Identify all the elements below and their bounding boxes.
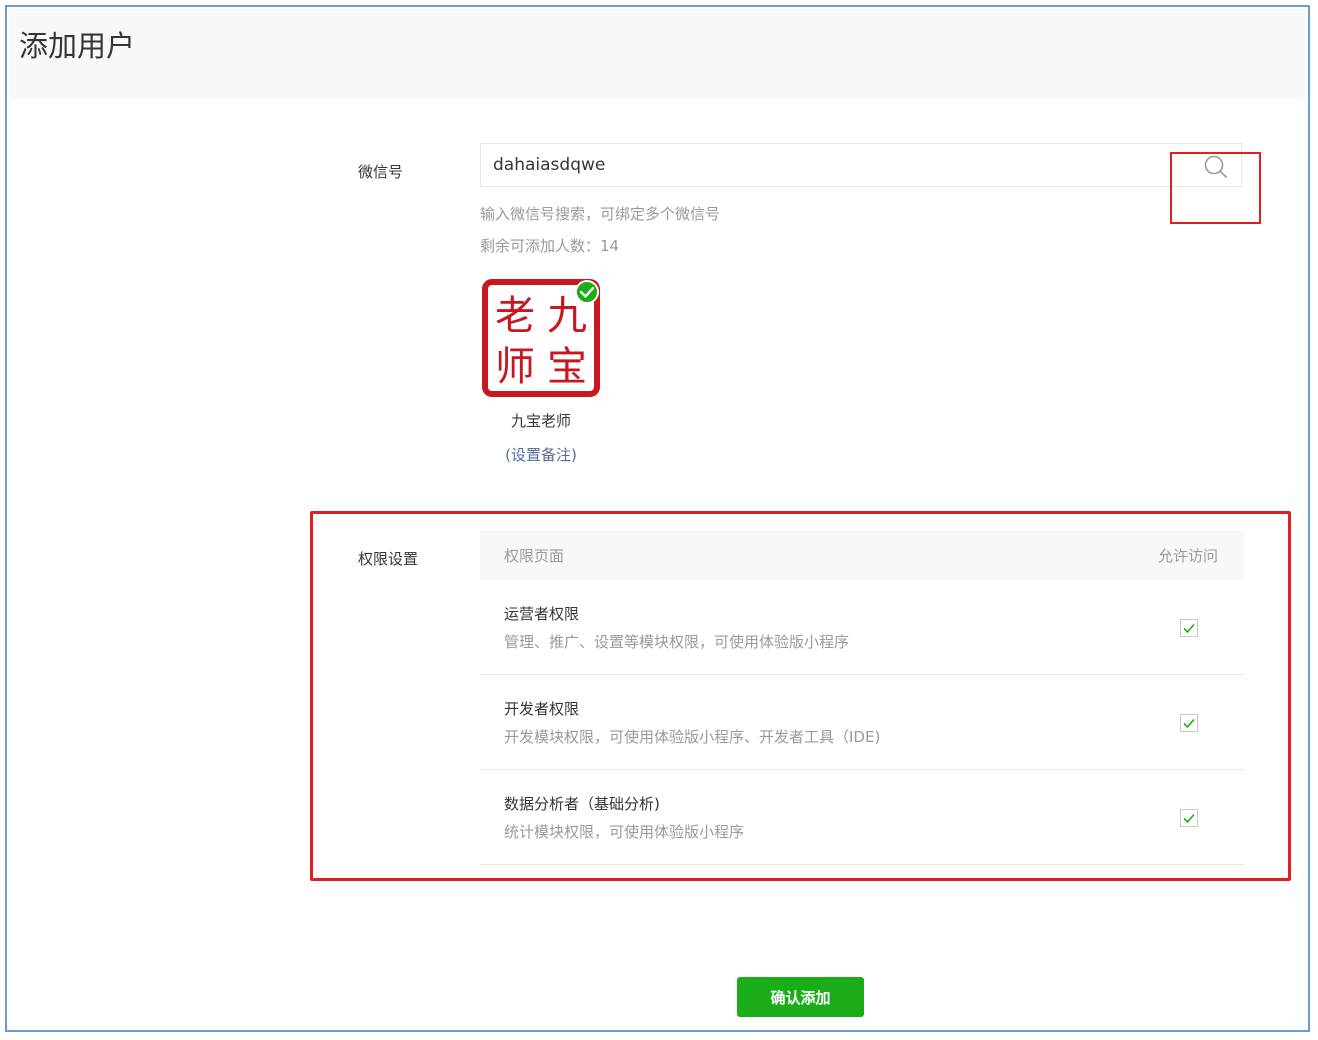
stamp-char: 老 — [495, 293, 535, 339]
wechat-search-box — [480, 143, 1242, 187]
check-icon — [1183, 813, 1195, 824]
operator-permission-checkbox[interactable] — [1180, 619, 1198, 637]
permission-desc: 开发模块权限，可使用体验版小程序、开发者工具（IDE) — [504, 728, 881, 746]
verified-badge-icon — [575, 280, 599, 304]
header-allow-access: 允许访问 — [1157, 547, 1218, 565]
analyst-permission-checkbox[interactable] — [1180, 809, 1198, 827]
set-remark-link[interactable]: (设置备注) — [480, 444, 602, 465]
table-row: 数据分析者（基础分析) 统计模块权限，可使用体验版小程序 — [480, 770, 1244, 865]
header-permission-page: 权限页面 — [504, 547, 565, 565]
permission-title: 数据分析者（基础分析) — [504, 795, 660, 813]
remaining-count-text: 剩余可添加人数：14 — [480, 235, 619, 256]
wechat-search-hint: 输入微信号搜索，可绑定多个微信号 — [480, 205, 721, 223]
table-row: 开发者权限 开发模块权限，可使用体验版小程序、开发者工具（IDE) — [480, 675, 1244, 770]
table-row: 运营者权限 管理、推广、设置等模块权限，可使用体验版小程序 — [480, 580, 1244, 675]
permission-desc: 统计模块权限，可使用体验版小程序 — [504, 823, 745, 841]
permissions-table: 权限页面 允许访问 运营者权限 管理、推广、设置等模块权限，可使用体验版小程序 … — [480, 531, 1244, 865]
search-highlight-box — [1170, 152, 1261, 224]
developer-permission-checkbox[interactable] — [1180, 714, 1198, 732]
page-header: 添加用户 — [9, 9, 1306, 99]
user-name: 九宝老师 — [510, 412, 571, 430]
avatar[interactable]: 老 九 师 宝 — [480, 277, 602, 399]
permission-title: 运营者权限 — [504, 605, 580, 623]
stamp-char: 师 — [495, 344, 535, 390]
remaining-label: 剩余可添加人数： — [480, 237, 601, 255]
check-icon — [1183, 718, 1195, 729]
remaining-count: 14 — [600, 237, 620, 255]
permission-title: 开发者权限 — [504, 700, 580, 718]
confirm-add-button[interactable]: 确认添加 — [737, 977, 864, 1017]
check-icon — [1183, 623, 1195, 634]
stamp-char: 宝 — [547, 344, 587, 390]
page-title: 添加用户 — [19, 29, 136, 63]
wechat-id-label: 微信号 — [358, 163, 404, 181]
wechat-id-input[interactable] — [493, 144, 1173, 186]
permission-desc: 管理、推广、设置等模块权限，可使用体验版小程序 — [504, 633, 850, 651]
permissions-table-header: 权限页面 允许访问 — [480, 531, 1244, 580]
